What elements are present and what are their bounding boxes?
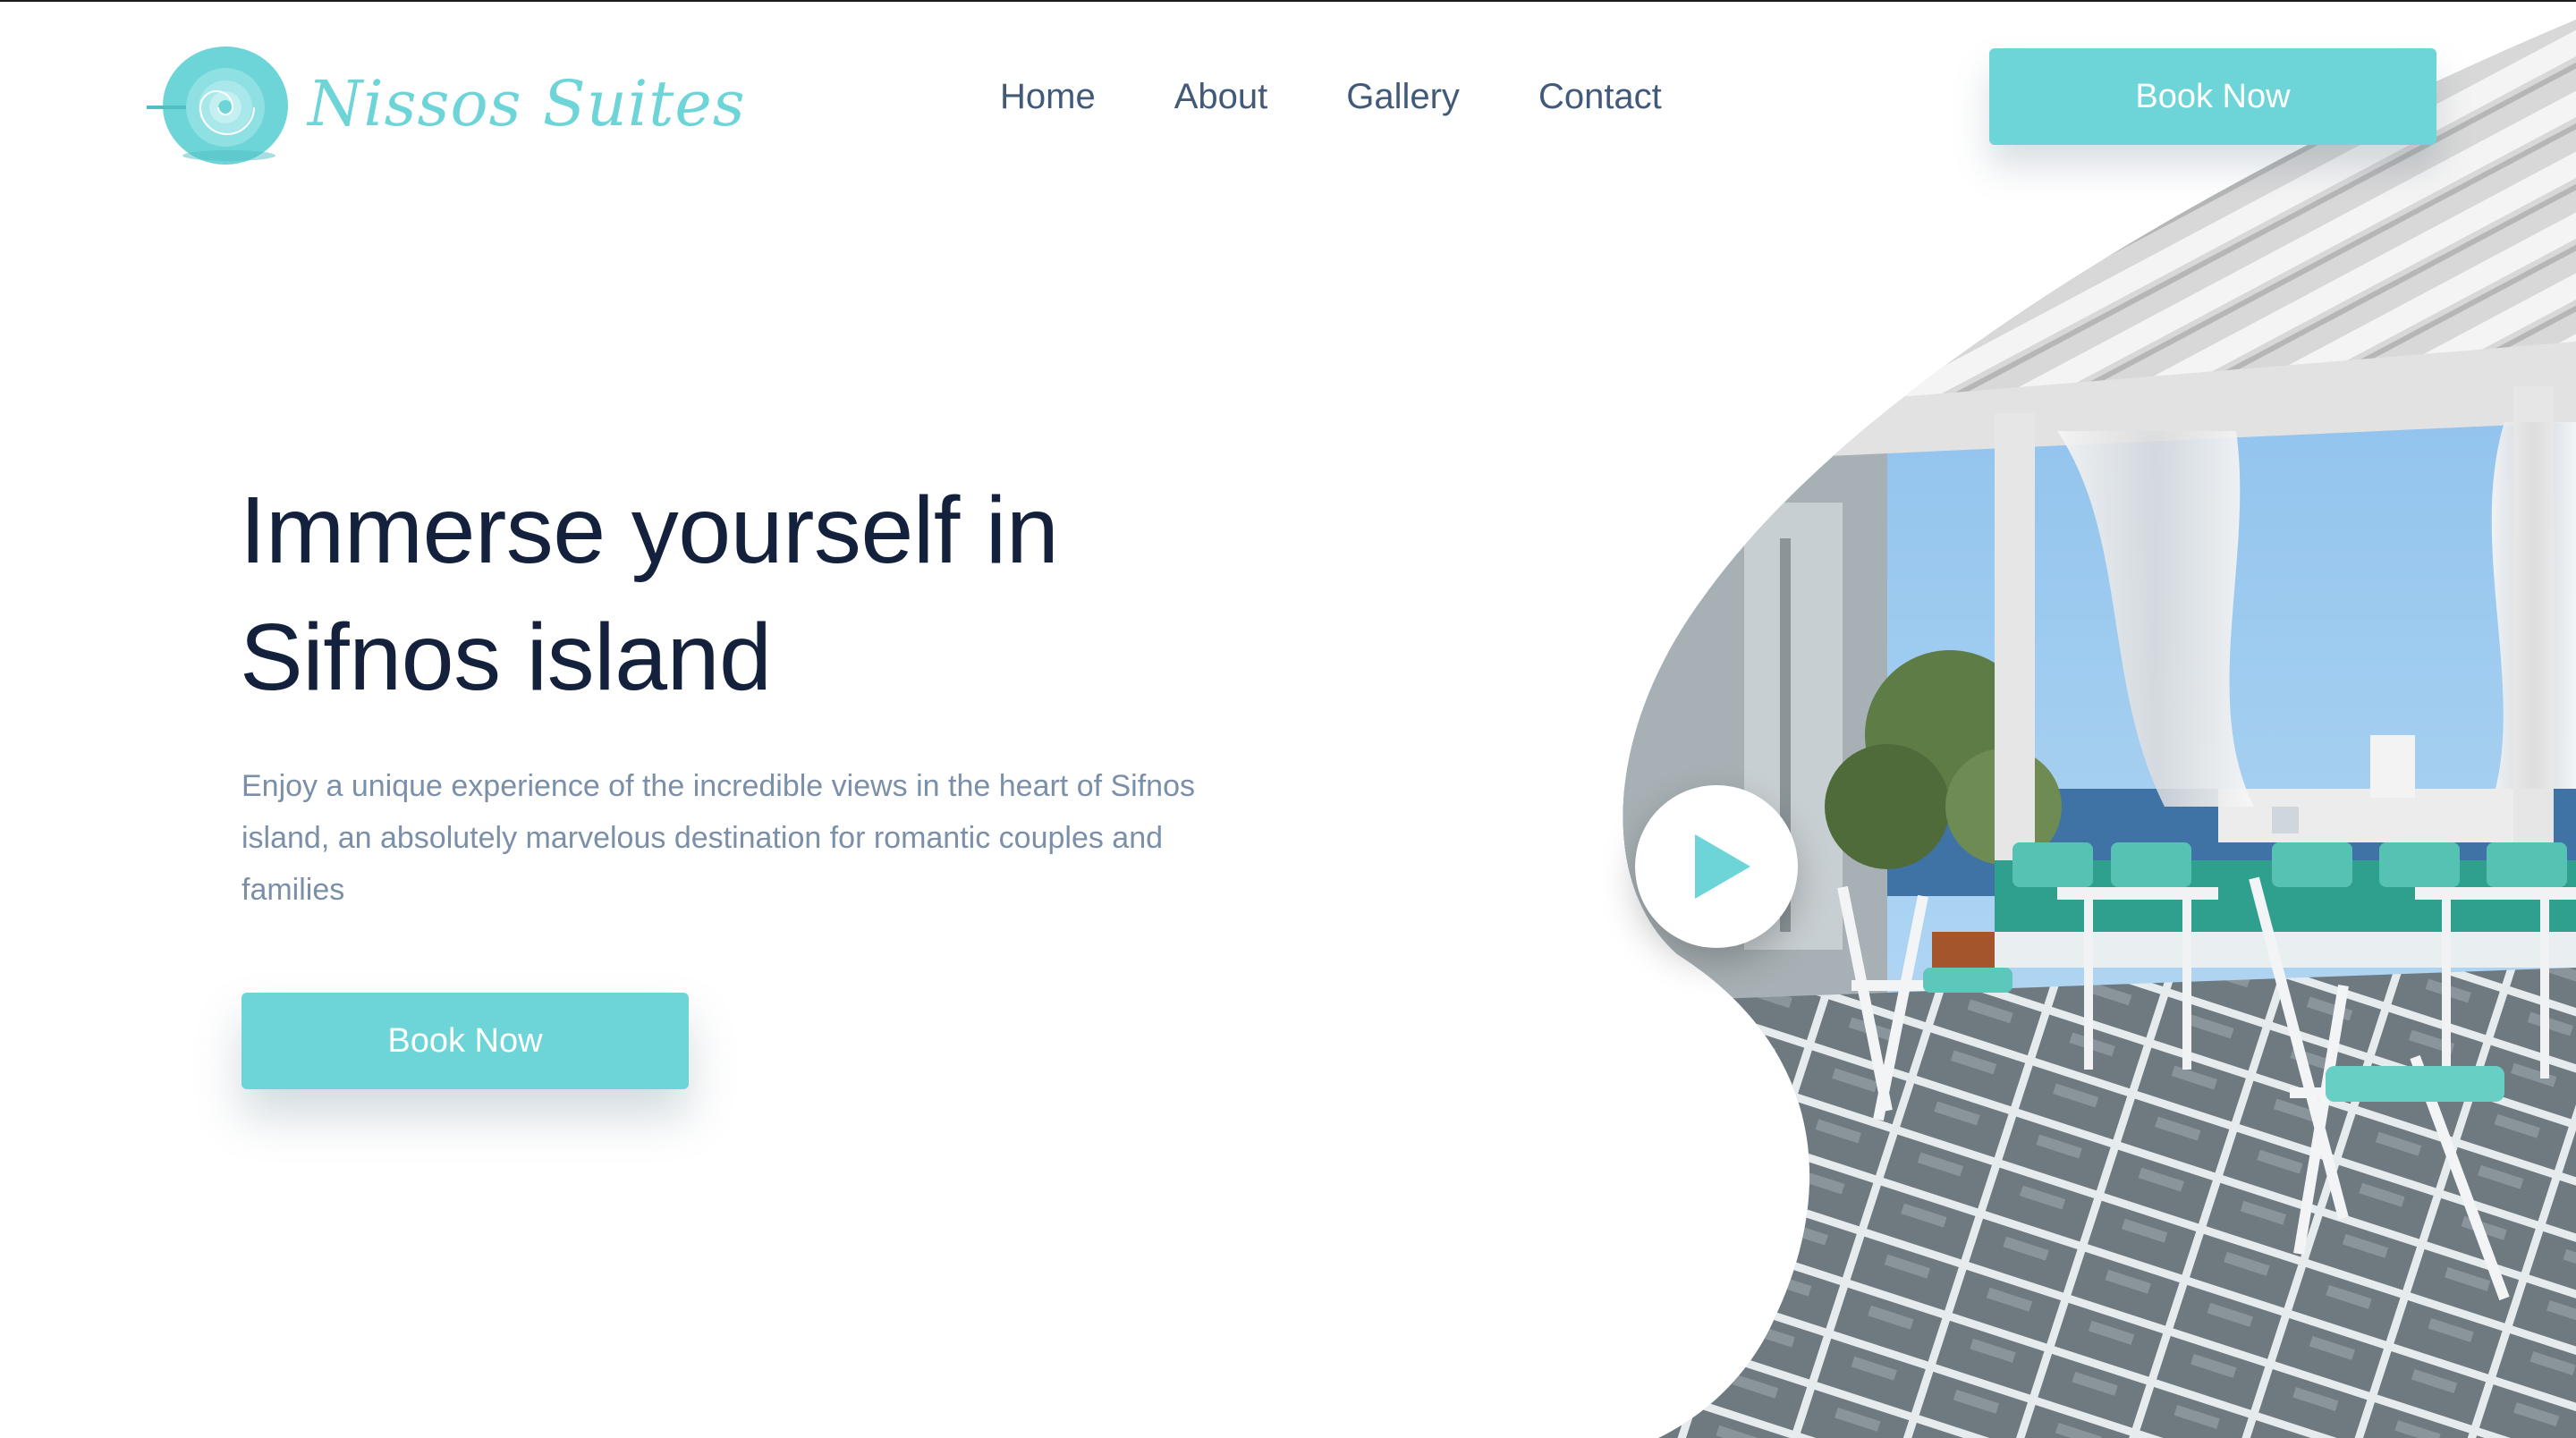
hero-book-now-button[interactable]: Book Now — [242, 993, 689, 1089]
main-nav: Home About Gallery Contact — [1000, 77, 1662, 117]
landing-page: Nissos Suites Home About Gallery Contact… — [0, 0, 2576, 1438]
hero-description: Enjoy a unique experience of the incredi… — [242, 769, 1195, 907]
play-video-button[interactable] — [1635, 785, 1798, 948]
play-icon — [1695, 834, 1750, 899]
nav-item-gallery[interactable]: Gallery — [1346, 77, 1460, 117]
hero-title-line-1: Immerse yourself in — [240, 478, 1059, 583]
brand-name: Nissos Suites — [308, 67, 746, 140]
brand-logo[interactable]: Nissos Suites — [143, 41, 746, 166]
nautilus-shell-icon — [147, 47, 288, 165]
nav-item-contact[interactable]: Contact — [1538, 77, 1662, 117]
hero-title-line-2: Sifnos island — [240, 605, 772, 710]
nav-item-home[interactable]: Home — [1000, 77, 1096, 117]
nav-item-about[interactable]: About — [1174, 77, 1268, 117]
hero-title: Immerse yourself in Sifnos island — [240, 467, 1402, 721]
header-book-now-button[interactable]: Book Now — [1989, 48, 2436, 145]
